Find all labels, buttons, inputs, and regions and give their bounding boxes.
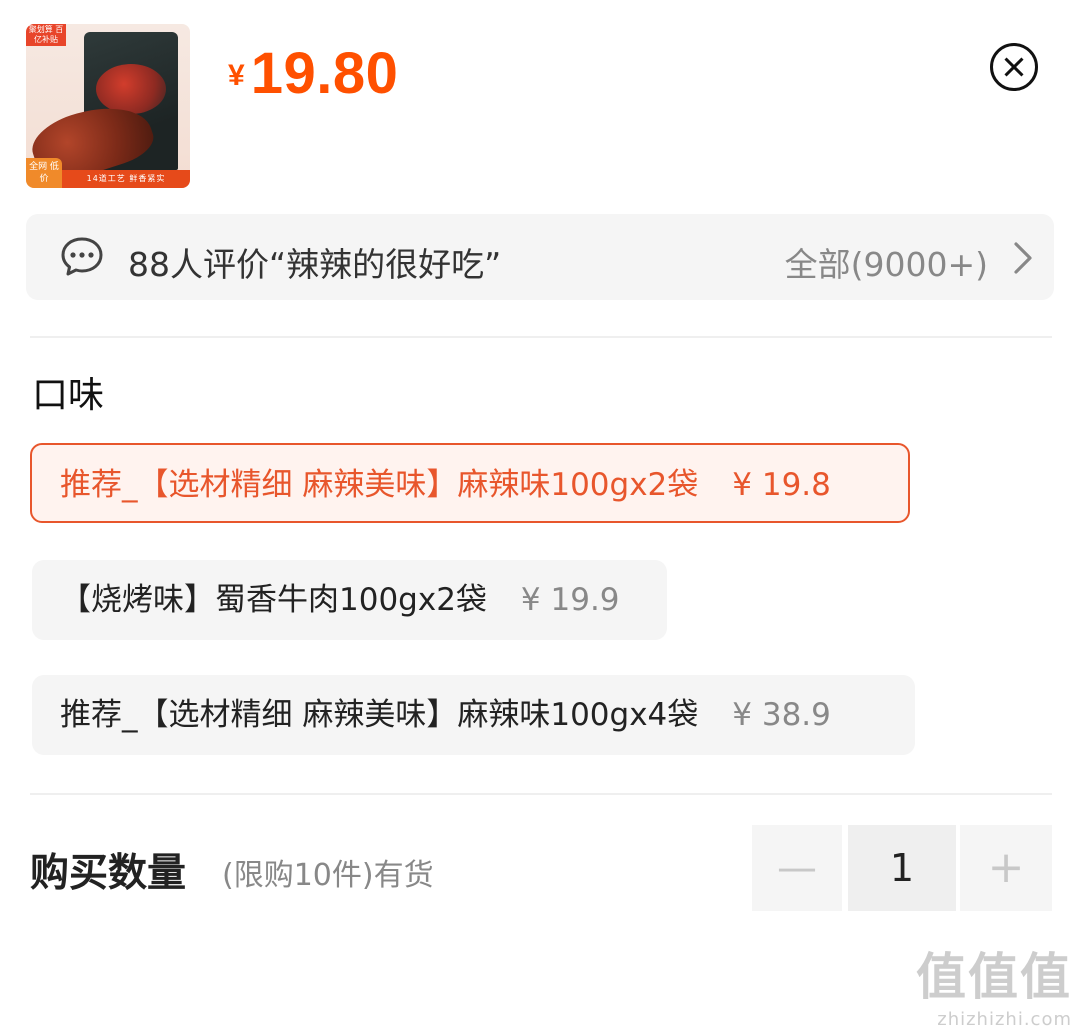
sku-selector-panel: 聚划算 百亿补贴 全网 低价 14道工艺 鲜香紧实 ¥19.80 88人评价“辣… xyxy=(0,0,1080,1036)
thumbnail-caption: 14道工艺 鲜香紧实 xyxy=(62,170,190,188)
review-summary-bar[interactable]: 88人评价“辣辣的很好吃” 全部(9000+) xyxy=(26,214,1054,300)
option-price: ¥ 38.9 xyxy=(732,697,831,733)
subsidy-badge: 聚划算 百亿补贴 xyxy=(26,24,66,46)
increase-button[interactable]: + xyxy=(960,825,1052,911)
quantity-value[interactable]: 1 xyxy=(848,825,956,911)
option-price: ¥ 19.9 xyxy=(520,582,620,618)
watermark-url: zhizhizhi.com xyxy=(937,1009,1072,1030)
flavor-section-title: 口味 xyxy=(32,375,105,416)
flavor-option-selected[interactable]: 推荐_【选材精细 麻辣美味】麻辣味100gx2袋 ¥ 19.8 xyxy=(30,443,910,523)
watermark-logo: 值值值 xyxy=(916,948,1072,1006)
decrease-button[interactable]: — xyxy=(752,825,842,911)
chevron-right-icon[interactable] xyxy=(1008,240,1038,276)
price-value: 19.80 xyxy=(250,41,399,106)
product-thumbnail[interactable]: 聚划算 百亿补贴 全网 低价 14道工艺 鲜香紧实 xyxy=(26,24,190,188)
currency-symbol: ¥ xyxy=(228,59,245,92)
site-watermark: 值值值 zhizhizhi.com xyxy=(916,937,1072,1030)
option-price: ¥ 19.8 xyxy=(732,467,831,503)
close-icon[interactable] xyxy=(990,43,1038,91)
divider xyxy=(30,793,1052,795)
option-label: 推荐_【选材精细 麻辣美味】麻辣味100gx4袋 xyxy=(60,697,699,733)
option-label: 【烧烤味】蜀香牛肉100gx2袋 xyxy=(60,582,487,618)
flavor-option[interactable]: 推荐_【选材精细 麻辣美味】麻辣味100gx4袋 ¥ 38.9 xyxy=(32,675,915,755)
quantity-limit-note: (限购10件)有货 xyxy=(222,858,434,893)
review-highlight: 88人评价“辣辣的很好吃” xyxy=(128,245,502,284)
low-price-badge: 全网 低价 xyxy=(26,158,62,188)
option-label: 推荐_【选材精细 麻辣美味】麻辣味100gx2袋 xyxy=(60,467,699,503)
flavor-option[interactable]: 【烧烤味】蜀香牛肉100gx2袋 ¥ 19.9 xyxy=(32,560,667,640)
chat-bubble-icon xyxy=(61,237,103,276)
divider xyxy=(30,336,1052,338)
product-bag-art xyxy=(96,64,166,114)
product-price: ¥19.80 xyxy=(228,40,398,107)
all-reviews-link[interactable]: 全部(9000+) xyxy=(785,238,988,286)
quantity-label: 购买数量 xyxy=(30,851,187,896)
